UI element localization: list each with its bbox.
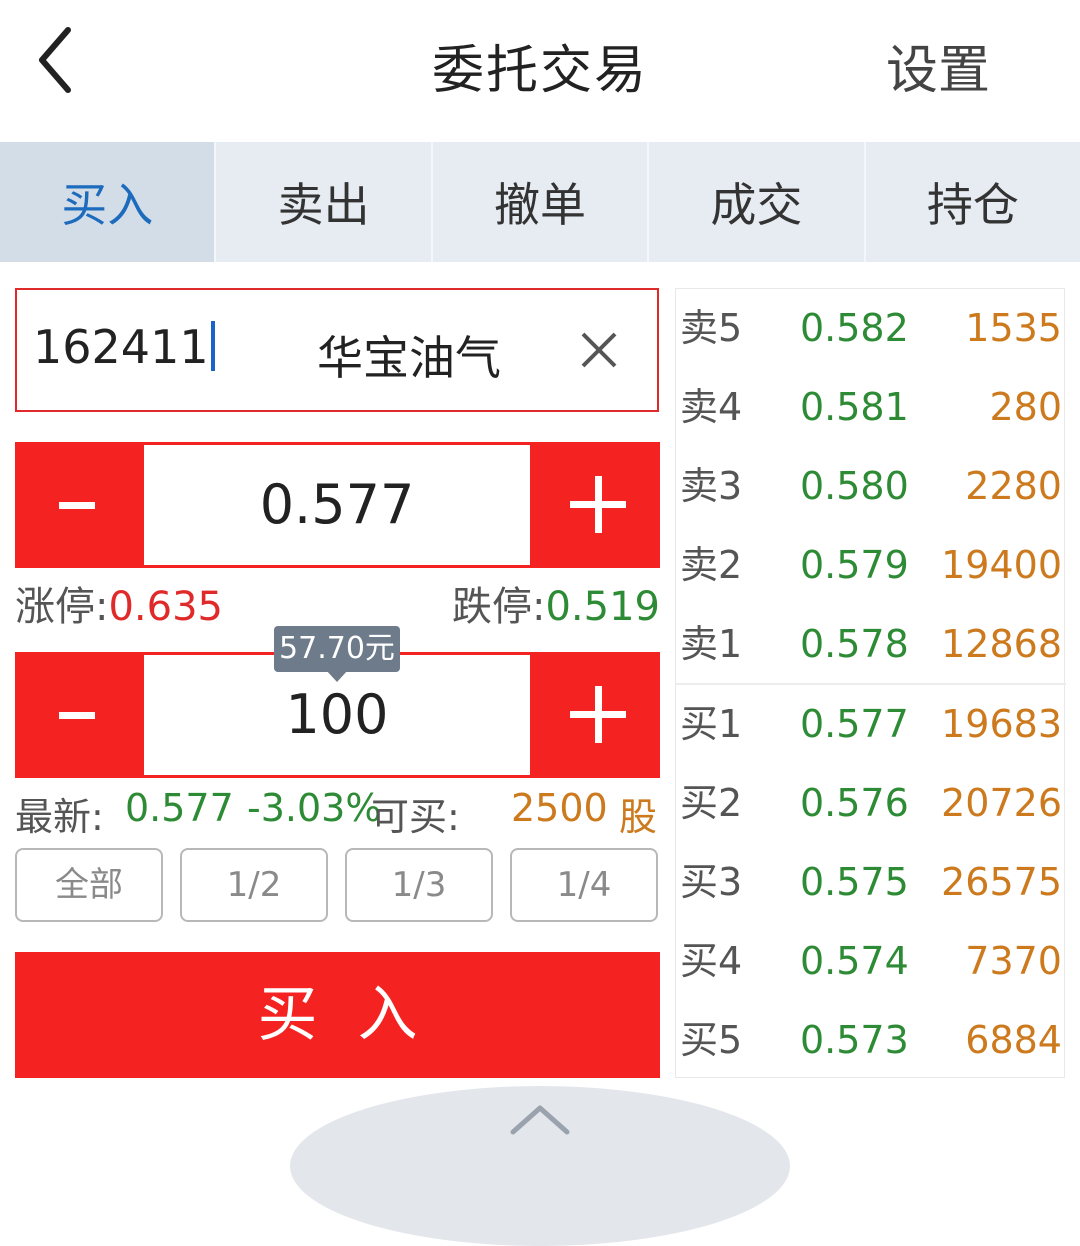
clear-icon bbox=[581, 332, 617, 368]
book-row[interactable]: 买2 0.576 20726 bbox=[676, 764, 1066, 843]
book-level: 买5 bbox=[680, 1018, 743, 1062]
book-volume: 6884 bbox=[965, 1018, 1062, 1062]
quick-quarter-button[interactable]: 1/4 bbox=[510, 848, 658, 922]
book-row[interactable]: 买4 0.574 7370 bbox=[676, 922, 1066, 1001]
book-row[interactable]: 卖5 0.582 1535 bbox=[676, 289, 1066, 368]
limit-up-label: 涨停: bbox=[15, 584, 109, 630]
book-price: 0.578 bbox=[800, 622, 909, 666]
minus-icon bbox=[59, 712, 95, 719]
can-buy-label: 可买: bbox=[371, 795, 460, 839]
quick-third-button[interactable]: 1/3 bbox=[345, 848, 493, 922]
book-volume: 7370 bbox=[965, 939, 1062, 983]
book-row[interactable]: 卖3 0.580 2280 bbox=[676, 447, 1066, 526]
book-volume: 19400 bbox=[941, 543, 1062, 587]
book-level: 卖1 bbox=[680, 622, 743, 666]
minus-icon bbox=[59, 502, 95, 509]
tab-positions[interactable]: 持仓 bbox=[866, 142, 1080, 262]
book-row[interactable]: 买5 0.573 6884 bbox=[676, 1001, 1066, 1080]
book-volume: 280 bbox=[989, 385, 1062, 429]
book-price: 0.574 bbox=[800, 939, 909, 983]
price-limits: 涨停:0.635 跌停:0.519 bbox=[15, 574, 660, 630]
book-price: 0.579 bbox=[800, 543, 909, 587]
header: 委托交易 设置 bbox=[0, 0, 1080, 142]
quantity-decrease-button[interactable] bbox=[15, 652, 143, 778]
amount-tooltip-arrow bbox=[326, 670, 348, 682]
book-price: 0.582 bbox=[800, 306, 909, 350]
book-volume: 26575 bbox=[941, 860, 1062, 904]
book-row[interactable]: 卖4 0.581 280 bbox=[676, 368, 1066, 447]
clear-button[interactable] bbox=[579, 330, 619, 370]
book-price: 0.581 bbox=[800, 385, 909, 429]
quick-all-button[interactable]: 全部 bbox=[15, 848, 163, 922]
stock-name: 华宝油气 bbox=[317, 331, 501, 385]
settings-button[interactable]: 设置 bbox=[886, 28, 990, 103]
book-volume: 1535 bbox=[965, 306, 1062, 350]
text-caret bbox=[210, 321, 215, 371]
book-level: 买1 bbox=[680, 702, 743, 746]
book-price: 0.576 bbox=[800, 781, 909, 825]
price-stepper: 0.577 bbox=[15, 442, 660, 568]
price-input[interactable]: 0.577 bbox=[144, 445, 530, 565]
book-level: 买2 bbox=[680, 781, 743, 825]
tab-sell[interactable]: 卖出 bbox=[216, 142, 433, 262]
stock-code-wrap: 162411 bbox=[33, 320, 215, 374]
book-row[interactable]: 卖1 0.578 12868 bbox=[676, 605, 1066, 684]
change-percent: -3.03% bbox=[247, 786, 382, 830]
book-price: 0.577 bbox=[800, 702, 909, 746]
tab-bar: 买入 卖出 撤单 成交 持仓 bbox=[0, 142, 1080, 262]
book-volume: 12868 bbox=[941, 622, 1062, 666]
can-buy-unit: 股 bbox=[619, 795, 658, 839]
book-volume: 19683 bbox=[941, 702, 1062, 746]
amount-tooltip: 57.70元 bbox=[274, 626, 400, 672]
book-price: 0.573 bbox=[800, 1018, 909, 1062]
book-level: 卖4 bbox=[680, 385, 743, 429]
stock-code-value: 162411 bbox=[33, 320, 209, 374]
quick-half-button[interactable]: 1/2 bbox=[180, 848, 328, 922]
stock-code-input[interactable]: 162411 华宝油气 bbox=[15, 288, 659, 412]
book-level: 买4 bbox=[680, 939, 743, 983]
book-price: 0.580 bbox=[800, 464, 909, 508]
latest-price: 0.577 bbox=[125, 786, 234, 830]
order-book: 卖5 0.582 1535 卖4 0.581 280 卖3 0.580 2280… bbox=[675, 288, 1066, 1080]
book-level: 买3 bbox=[680, 860, 743, 904]
tab-buy[interactable]: 买入 bbox=[0, 142, 217, 262]
limit-down-value[interactable]: 0.519 bbox=[545, 584, 660, 630]
tab-deals[interactable]: 成交 bbox=[649, 142, 866, 262]
book-level: 卖2 bbox=[680, 543, 743, 587]
price-increase-button[interactable] bbox=[532, 442, 660, 568]
limit-up-value[interactable]: 0.635 bbox=[108, 584, 223, 630]
buy-submit-button[interactable]: 买入 bbox=[15, 952, 660, 1078]
book-volume: 2280 bbox=[965, 464, 1062, 508]
book-level: 卖3 bbox=[680, 464, 743, 508]
book-price: 0.575 bbox=[800, 860, 909, 904]
limit-down-label: 跌停: bbox=[452, 584, 546, 630]
price-decrease-button[interactable] bbox=[15, 442, 143, 568]
limit-down: 跌停:0.519 bbox=[452, 574, 660, 632]
book-row[interactable]: 卖2 0.579 19400 bbox=[676, 526, 1066, 605]
limit-up: 涨停:0.635 bbox=[15, 574, 223, 632]
quantity-increase-button[interactable] bbox=[532, 652, 660, 778]
book-row[interactable]: 买3 0.575 26575 bbox=[676, 843, 1066, 922]
latest-label: 最新: bbox=[15, 795, 104, 839]
tab-cancel-order[interactable]: 撤单 bbox=[433, 142, 650, 262]
chevron-up-icon[interactable] bbox=[505, 1100, 575, 1136]
book-level: 卖5 bbox=[680, 306, 743, 350]
quote-info-row: 最新: 0.577 -3.03% 可买: 2500 股 bbox=[15, 786, 660, 839]
book-volume: 20726 bbox=[941, 781, 1062, 825]
book-row[interactable]: 买1 0.577 19683 bbox=[676, 685, 1066, 764]
can-buy-value: 2500 bbox=[511, 786, 608, 830]
